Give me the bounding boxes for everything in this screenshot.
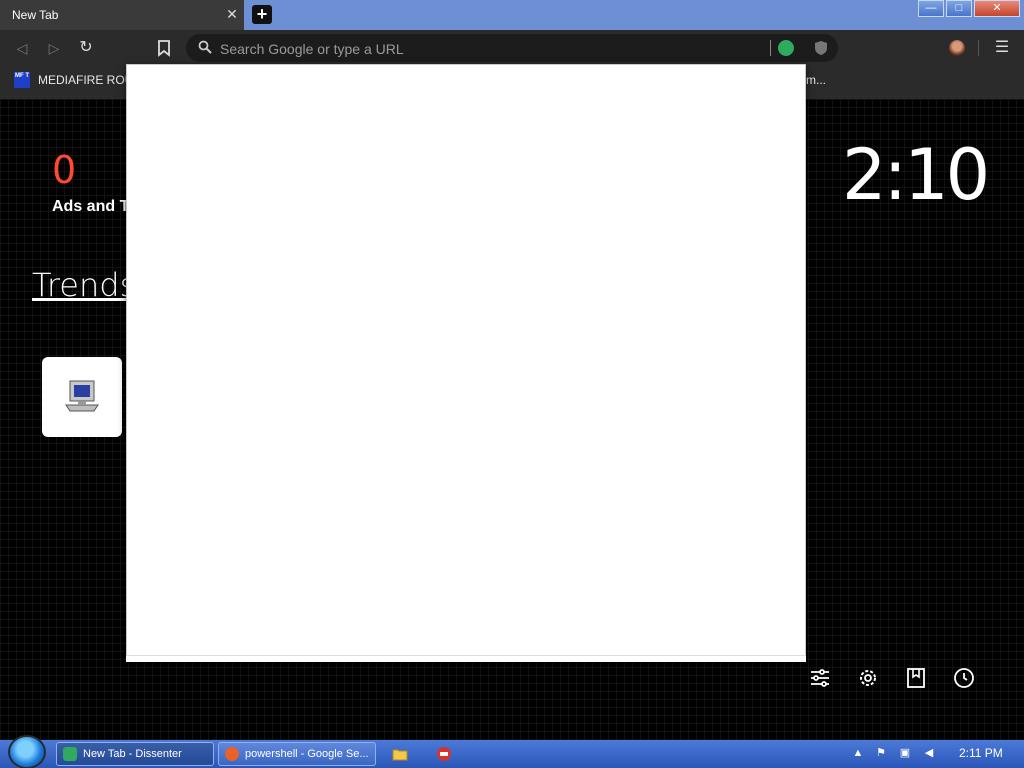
popup-footer xyxy=(126,655,806,662)
shield-icon[interactable] xyxy=(813,40,829,56)
extension-icon[interactable] xyxy=(778,40,794,56)
bookmarks-icon[interactable] xyxy=(904,666,928,690)
ads-blocked-label: Ads and T xyxy=(52,198,130,215)
bookmark-mediafire[interactable]: MEDIAFIRE ROU xyxy=(38,73,133,87)
search-icon xyxy=(198,40,212,54)
top-site-tile[interactable] xyxy=(42,357,122,437)
reload-icon[interactable]: ↻ xyxy=(76,38,96,58)
taskbar-item-label: powershell - Google Se... xyxy=(245,748,369,760)
taskbar-item-dissenter[interactable]: New Tab - Dissenter xyxy=(56,742,214,766)
devcpp-icon[interactable] xyxy=(436,746,452,762)
ads-blocked-count: 0 xyxy=(52,148,77,192)
taskbar-item-label: New Tab - Dissenter xyxy=(83,748,182,760)
computer-icon xyxy=(65,380,99,412)
avatar[interactable] xyxy=(949,40,965,56)
history-icon[interactable] xyxy=(952,666,976,690)
tab-close-icon[interactable]: ✕ xyxy=(224,5,240,23)
bookmark-icon[interactable] xyxy=(156,38,172,58)
back-icon[interactable]: ◁ xyxy=(12,38,32,58)
trends-heading[interactable]: Trends xyxy=(32,266,136,304)
volume-icon[interactable]: ◀ xyxy=(922,746,936,760)
firefox-icon xyxy=(225,747,239,761)
mediafire-favicon-icon: MF T xyxy=(14,72,30,88)
clock-time[interactable]: 2:11 PM xyxy=(959,746,1003,760)
menu-icon[interactable]: ☰ xyxy=(994,38,1010,58)
tray-expand-icon[interactable]: ▲ xyxy=(851,746,865,760)
network-icon[interactable]: ▣ xyxy=(898,746,912,760)
maximize-button[interactable]: □ xyxy=(946,0,972,17)
clock: 2:10 xyxy=(842,134,990,216)
bookmark-overflow[interactable]: m... xyxy=(806,73,826,87)
gear-icon[interactable] xyxy=(856,666,880,690)
new-tab-button[interactable]: + xyxy=(252,5,272,24)
omnibox-divider xyxy=(770,40,771,56)
toolbar-divider xyxy=(978,40,979,56)
tab-title: New Tab xyxy=(12,8,59,22)
taskbar-item-powershell[interactable]: powershell - Google Se... xyxy=(218,742,376,766)
flag-icon[interactable]: ⚑ xyxy=(874,746,888,760)
dropdown-popup[interactable] xyxy=(126,64,806,662)
close-button[interactable]: ✕ xyxy=(974,0,1020,17)
sliders-icon[interactable] xyxy=(808,666,832,690)
start-button[interactable] xyxy=(8,735,46,768)
forward-icon[interactable]: ▷ xyxy=(44,38,64,58)
tab-new-tab[interactable]: New Tab ✕ xyxy=(0,0,244,30)
minimize-button[interactable]: — xyxy=(918,0,944,17)
dissenter-icon xyxy=(63,747,77,761)
folder-icon[interactable] xyxy=(392,746,408,762)
search-input[interactable]: Search Google or type a URL xyxy=(220,41,404,57)
